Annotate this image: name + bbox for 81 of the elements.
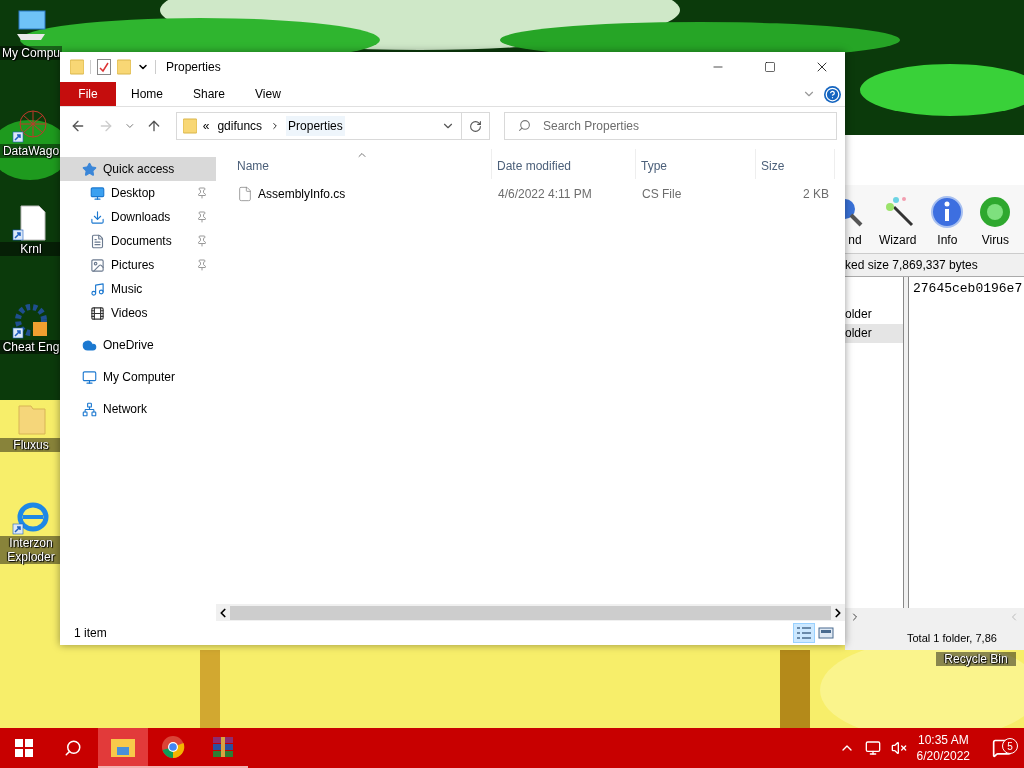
sidebar-item[interactable]: My Computer: [60, 365, 216, 389]
shortcut-arrow-icon: [12, 327, 24, 339]
document-icon: [90, 233, 105, 249]
sidebar-item[interactable]: Desktop: [60, 181, 216, 205]
icon-label: Fluxus: [0, 438, 62, 452]
column-header[interactable]: Type: [636, 149, 756, 179]
size-cell-text: 2 KB: [802, 187, 830, 201]
scrollbar-thumb[interactable]: [230, 605, 831, 620]
status-text: Total 1 folder, 7,86: [906, 631, 998, 646]
folder-icon: [70, 59, 84, 75]
info-text: ked size 7,869,337 bytes: [845, 257, 979, 274]
address-bar[interactable]: « gdifuncs Properties: [175, 112, 463, 140]
sidebar-item[interactable]: Pictures: [60, 253, 216, 277]
sidebar-item[interactable]: OneDrive: [60, 333, 216, 357]
shortcut-arrow-icon: [12, 523, 24, 535]
windows-logo-icon: [15, 739, 33, 757]
type-cell-text: CS File: [641, 187, 683, 201]
archive-icon: [211, 735, 235, 759]
file-row[interactable]: AssemblyInfo.cs 4/6/2022 4:11 PM CS File 2 KB: [216, 183, 845, 205]
column-header[interactable]: Name: [232, 149, 492, 179]
star-icon: [82, 161, 97, 177]
tree-item[interactable]: older: [845, 305, 903, 324]
picture-icon: [90, 257, 105, 273]
clock[interactable]: 10:35 AM 6/20/2022: [916, 732, 970, 764]
sidebar-item[interactable]: Quick access: [60, 157, 216, 181]
shortcut-arrow-icon: [12, 229, 24, 241]
sidebar-item[interactable]: Documents: [60, 229, 216, 253]
sidebar-item[interactable]: Network: [60, 397, 216, 421]
properties-icon[interactable]: [97, 59, 111, 75]
breadcrumb[interactable]: gdifuncs: [215, 116, 265, 136]
status-text: 1 item: [74, 626, 108, 640]
icon-label: Recycle Bin: [936, 652, 1016, 666]
taskbar-app[interactable]: [98, 728, 148, 768]
computer-icon: [82, 369, 97, 385]
folder-icon: [111, 737, 135, 757]
sidebar-item[interactable]: Music: [60, 277, 216, 301]
muted-speaker-icon[interactable]: [890, 740, 907, 756]
download-icon: [90, 209, 105, 225]
refresh-icon: [469, 119, 483, 133]
icon-label: Krnl: [0, 242, 62, 256]
refresh-button[interactable]: [462, 112, 490, 140]
info-icon: [930, 195, 965, 229]
toolbar-button[interactable]: Info: [930, 195, 965, 247]
music-icon: [90, 281, 105, 297]
search-icon: [517, 119, 531, 132]
film-icon: [90, 305, 105, 321]
file-icon: [237, 186, 253, 202]
tree-item[interactable]: older: [845, 324, 903, 343]
sidebar-item[interactable]: Videos: [60, 301, 216, 325]
help-icon[interactable]: [824, 85, 841, 103]
ribbon-tab[interactable]: Share: [178, 82, 241, 106]
network-icon[interactable]: [864, 740, 881, 756]
date-cell-text: 4/6/2022 4:11 PM: [497, 187, 593, 201]
icon-label: Interzon Exploder: [0, 536, 62, 564]
breadcrumb[interactable]: Properties: [286, 116, 345, 136]
icon-label: My Compu: [0, 46, 62, 60]
monitor-icon: [90, 185, 105, 201]
network-icon: [82, 401, 97, 417]
notifications-button[interactable]: 5: [980, 738, 1024, 758]
search-field[interactable]: Search Properties: [503, 112, 837, 140]
search-icon: [64, 739, 82, 757]
file-name: AssemblyInfo.cs: [258, 187, 346, 201]
window-title: Properties: [166, 60, 222, 74]
ribbon-tab[interactable]: View: [240, 82, 296, 106]
column-header[interactable]: Date modified: [492, 149, 636, 179]
toolbar-button[interactable]: Virus: [978, 195, 1013, 247]
toolbar-button[interactable]: Wizard: [879, 195, 917, 247]
overflow-marker: «: [202, 119, 210, 133]
details-view-button[interactable]: [793, 623, 815, 643]
ribbon-tab[interactable]: File: [60, 82, 116, 106]
chrome-icon: [161, 735, 185, 759]
toolbar-button[interactable]: nd: [845, 195, 865, 247]
maximize-icon: [764, 61, 776, 73]
sidebar-item[interactable]: Downloads: [60, 205, 216, 229]
file-text: 27645ceb0196e7: [913, 281, 1023, 296]
virus-scan-icon: [978, 195, 1013, 229]
column-header[interactable]: Size: [756, 149, 835, 179]
folder-icon: [182, 118, 197, 134]
ribbon-tab[interactable]: Home: [116, 82, 178, 106]
shortcut-arrow-icon: [12, 131, 24, 143]
cloud-icon: [82, 337, 97, 353]
